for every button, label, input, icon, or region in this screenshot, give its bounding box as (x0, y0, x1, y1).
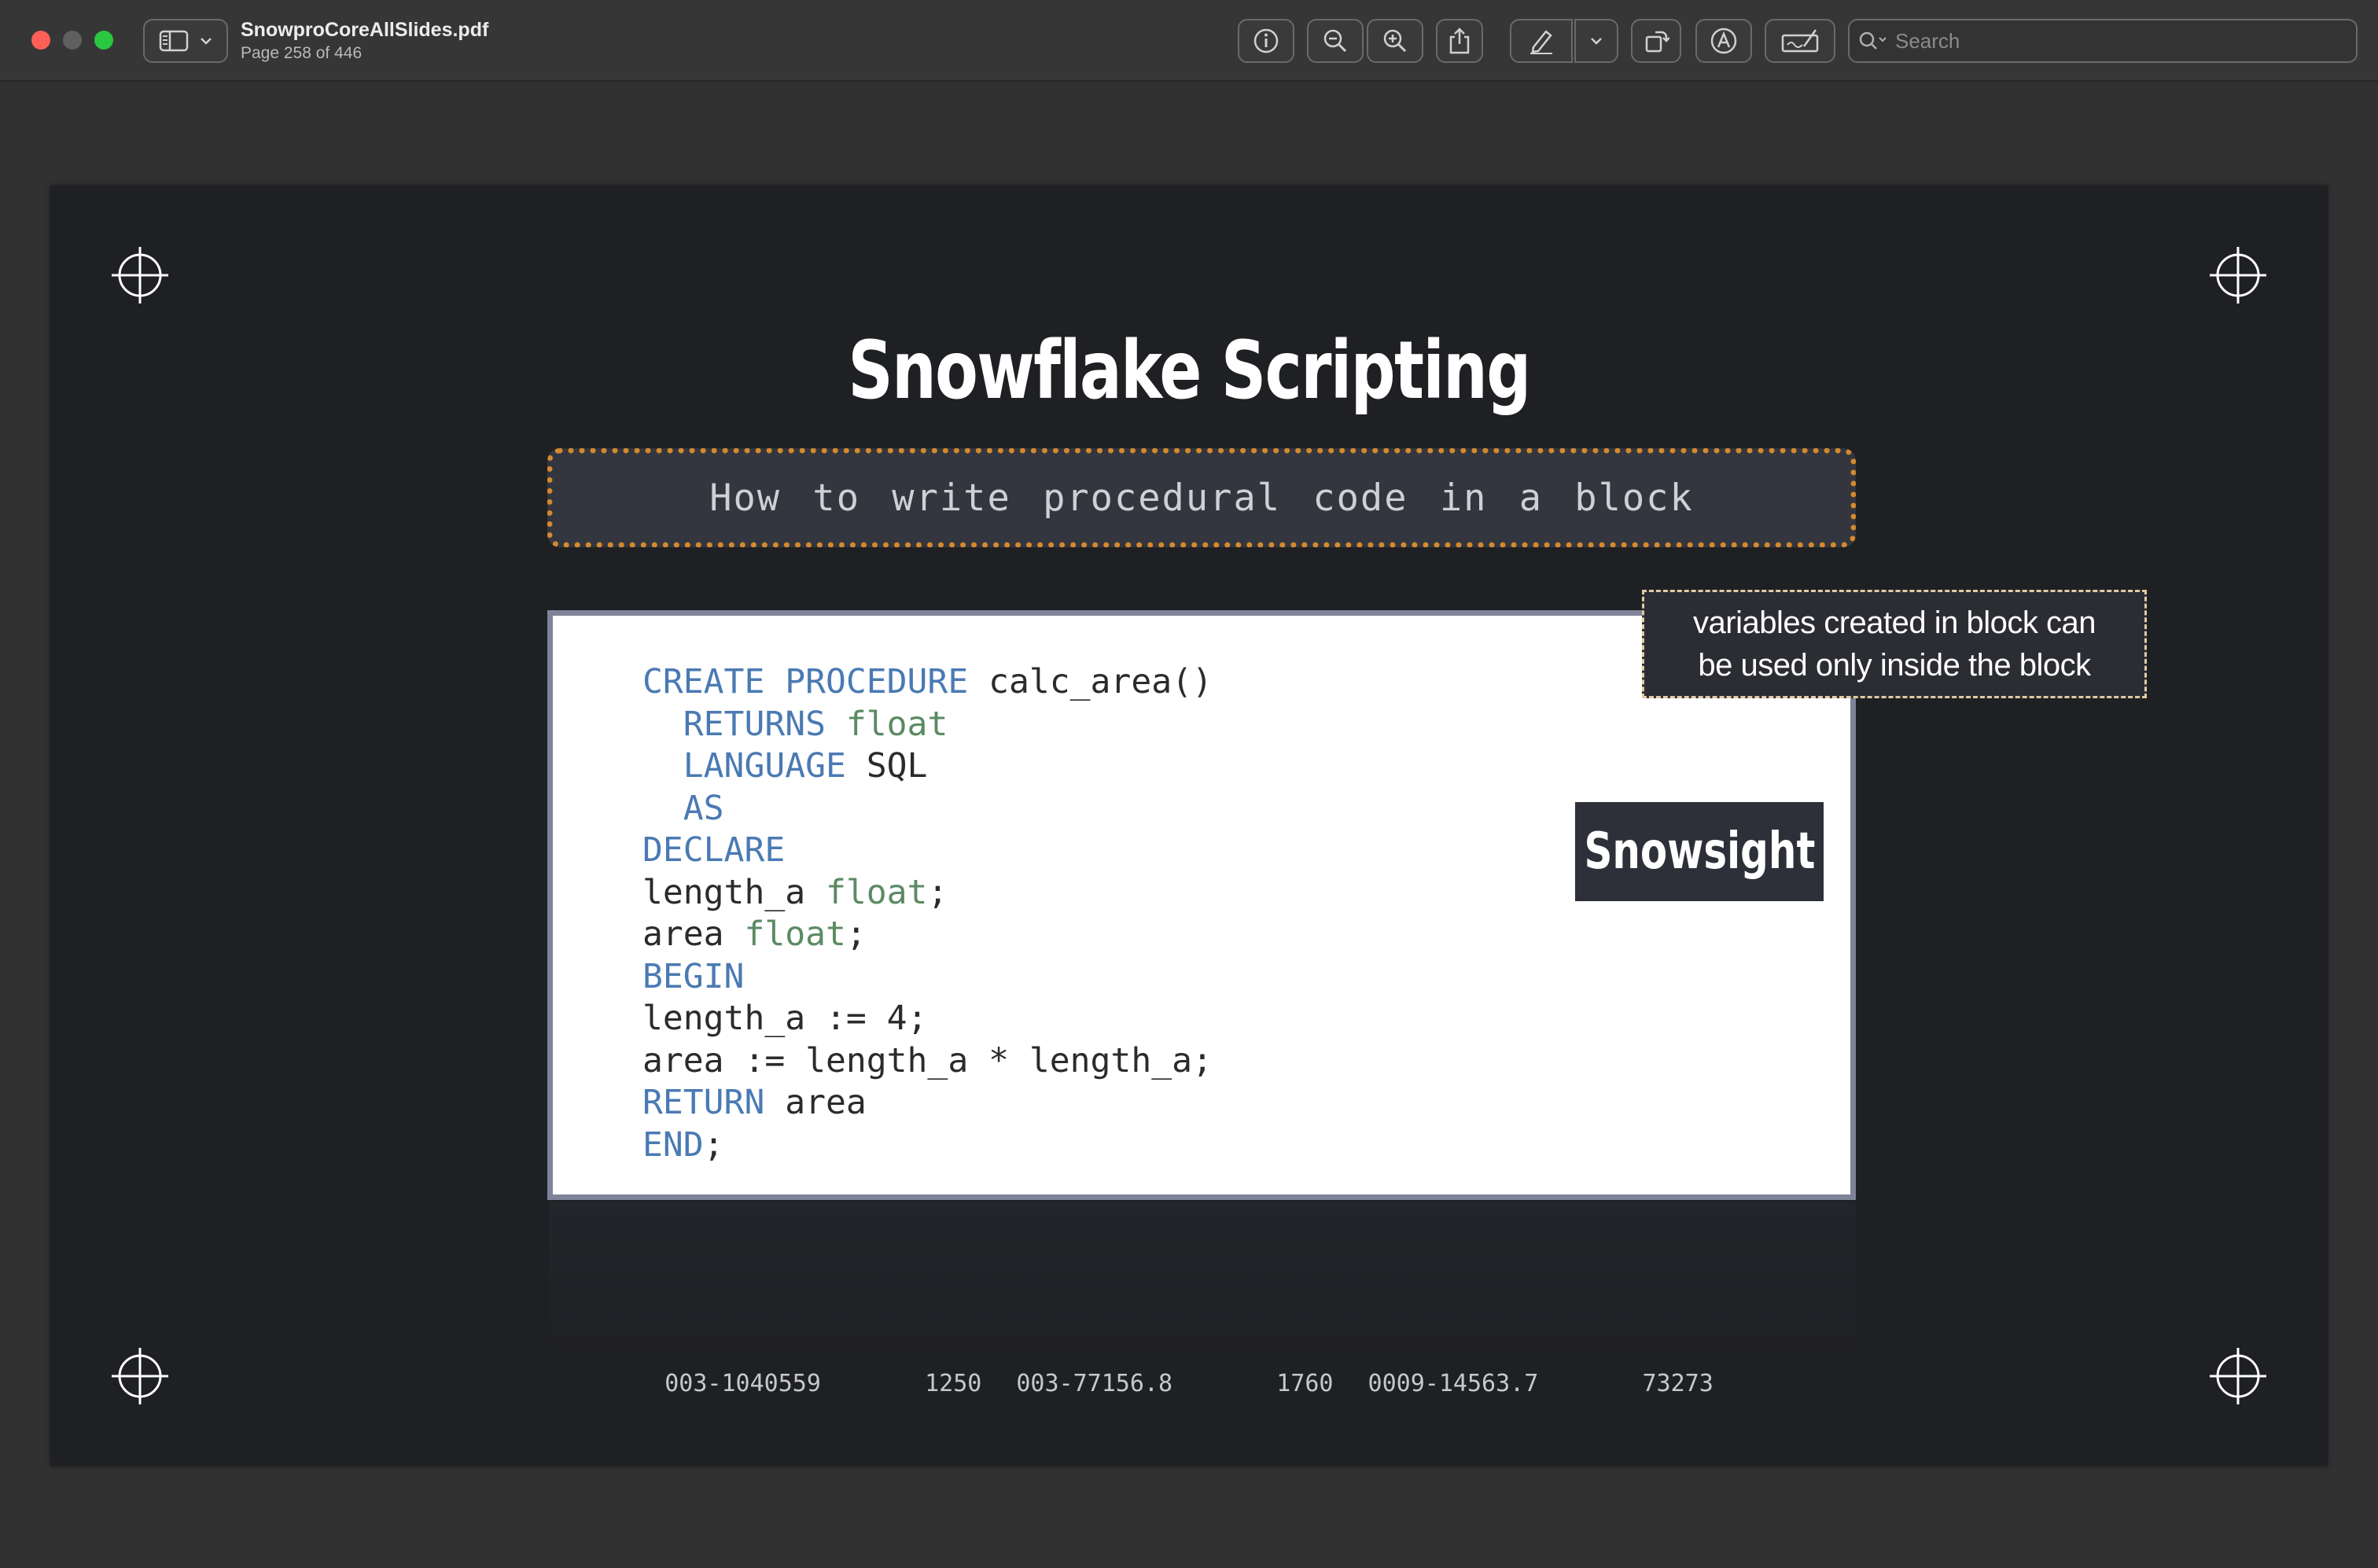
code-panel: CREATE PROCEDURE calc_area() RETURNS flo… (547, 610, 1856, 1200)
search-icon (1859, 31, 1887, 50)
code-text: length_a := 4; (642, 999, 928, 1038)
code-keyword: AS (683, 788, 724, 828)
info-icon (1253, 28, 1279, 53)
crosshair-icon (112, 247, 168, 304)
code-text: area (642, 915, 745, 954)
signature-button[interactable] (1765, 19, 1835, 63)
code-text: ; (703, 1124, 724, 1165)
code-text: SQL (845, 746, 928, 786)
code-block: CREATE PROCEDURE calc_area() RETURNS flo… (642, 661, 1213, 1166)
pdf-page: Snowflake Scripting How to write procedu… (50, 186, 2328, 1466)
share-button[interactable] (1436, 19, 1483, 63)
zoom-in-button[interactable] (1367, 19, 1423, 63)
markup-button[interactable] (1510, 19, 1573, 63)
code-text: ; (927, 872, 948, 912)
code-keyword: DECLARE (642, 830, 786, 870)
chevron-down-icon (1591, 38, 1602, 45)
sidebar-icon (159, 30, 189, 52)
close-window-button[interactable] (31, 31, 50, 50)
document-title: SnowproCoreAllSlides.pdf (241, 19, 489, 41)
window-toolbar: SnowproCoreAllSlides.pdf Page 258 of 446 (0, 0, 2378, 82)
zoom-out-icon (1323, 29, 1347, 53)
slide-subtitle: How to write procedural code in a block (709, 476, 1694, 520)
zoom-in-icon (1383, 29, 1407, 53)
slide-title: Snowflake Scripting (848, 324, 1531, 418)
code-panel-shadow (549, 1202, 1856, 1359)
scope-note-callout: variables created in block can be used o… (1642, 590, 2147, 698)
code-type: float (744, 915, 846, 954)
code-keyword: BEGIN (642, 956, 745, 996)
markup-options-button[interactable] (1574, 19, 1618, 63)
rotate-icon (1645, 31, 1669, 53)
snowsight-badge: Snowsight (1575, 802, 1824, 901)
code-keyword: CREATE PROCEDURE (642, 662, 969, 701)
annotate-button[interactable] (1695, 19, 1752, 63)
code-text: area := length_a * length_a; (642, 1040, 1213, 1080)
snowsight-label: Snowsight (1584, 823, 1815, 881)
signature-icon (1781, 29, 1819, 53)
search-input[interactable] (1895, 28, 2336, 53)
subtitle-box: How to write procedural code in a block (547, 448, 1856, 547)
slide-footer: 003-1040559 1250 003-77156.8 1760 0009-1… (664, 1370, 1714, 1397)
code-text: calc_area() (968, 662, 1213, 701)
code-text: ; (845, 915, 867, 954)
code-type: float (845, 704, 948, 744)
minimize-window-button[interactable] (63, 31, 82, 50)
rotate-button[interactable] (1631, 19, 1681, 63)
markup-pen-icon (1530, 30, 1552, 54)
fullscreen-window-button[interactable] (94, 31, 113, 50)
annotate-icon (1710, 28, 1737, 54)
code-keyword: RETURN (642, 1083, 765, 1122)
chevron-down-icon (201, 38, 212, 45)
search-field[interactable] (1848, 19, 2358, 63)
code-type: float (826, 872, 928, 912)
zoom-out-button[interactable] (1307, 19, 1364, 63)
code-keyword: LANGUAGE (683, 746, 846, 786)
note-line: be used only inside the block (1698, 648, 2091, 683)
crosshair-icon (2210, 247, 2266, 304)
code-text: length_a (642, 872, 826, 912)
page-indicator: Page 258 of 446 (241, 44, 363, 62)
info-button[interactable] (1238, 19, 1294, 63)
note-line: variables created in block can (1693, 605, 2096, 640)
code-keyword: RETURNS (683, 704, 826, 744)
sidebar-toggle-button[interactable] (143, 19, 228, 63)
share-icon (1449, 28, 1470, 54)
code-text: area (764, 1083, 867, 1122)
code-keyword: END (642, 1124, 704, 1165)
